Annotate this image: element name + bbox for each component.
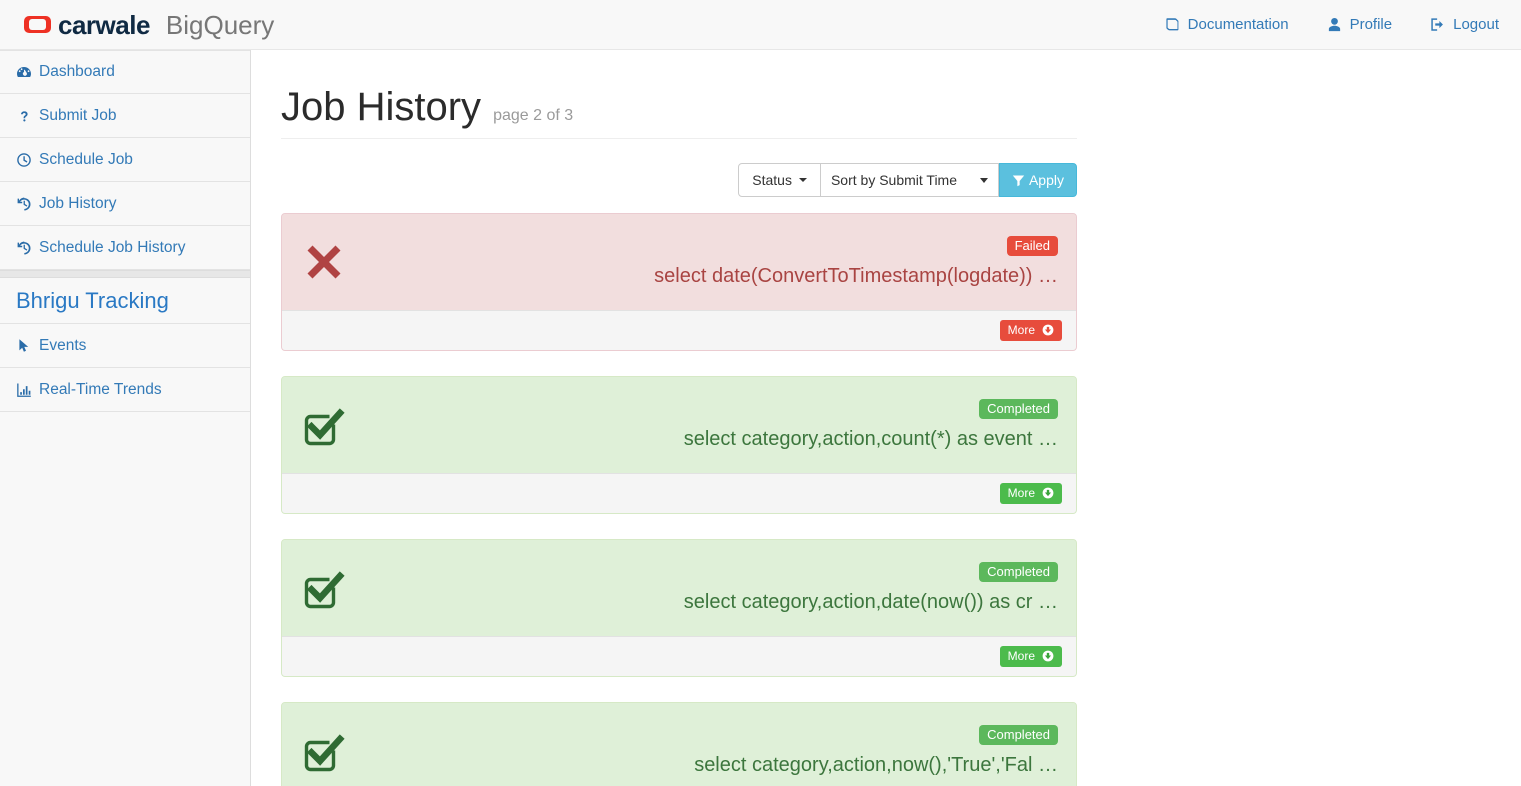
more-button[interactable]: More xyxy=(999,646,1062,667)
job-card-footer: More xyxy=(282,473,1076,513)
apply-button-label: Apply xyxy=(1028,172,1064,188)
sidebar-item-label: Job History xyxy=(39,194,117,212)
carwale-logo-icon xyxy=(24,16,51,33)
job-query-text: select date(ConvertToTimestamp(logdate))… xyxy=(654,265,1058,287)
sidebar-item-label: Schedule Job xyxy=(39,150,133,168)
job-card-footer: More xyxy=(282,636,1076,676)
job-query-text: select category,action,now(),'True','Fal… xyxy=(694,754,1058,776)
more-button[interactable]: More xyxy=(999,320,1062,341)
carwale-logo[interactable]: carwale xyxy=(24,12,150,38)
history-icon xyxy=(16,196,32,212)
check-square-icon xyxy=(300,727,348,775)
sidebar-item-label: Dashboard xyxy=(39,63,115,80)
check-square-icon xyxy=(300,564,348,612)
job-card-body: Failed select date(ConvertToTimestamp(lo… xyxy=(282,214,1076,310)
more-button-label: More xyxy=(1007,323,1035,337)
sidebar-item-dashboard[interactable]: Dashboard xyxy=(0,50,250,94)
nav-link-documentation[interactable]: Documentation xyxy=(1165,16,1289,33)
nav-link-profile[interactable]: Profile xyxy=(1327,16,1393,33)
job-list: Failed select date(ConvertToTimestamp(lo… xyxy=(281,213,1077,786)
brand[interactable]: carwale BigQuery xyxy=(24,12,274,38)
page-title: Job History xyxy=(281,85,482,129)
book-icon xyxy=(1165,17,1180,32)
brand-name: carwale xyxy=(58,9,150,40)
history-icon xyxy=(16,240,32,256)
sidebar-item-real-time-trends[interactable]: Real-Time Trends xyxy=(0,368,250,412)
cursor-pointer-icon xyxy=(16,338,32,354)
main-content: Job History page 2 of 3 Status Sort by S… xyxy=(251,50,1521,786)
job-query-area: Completed select category,action,count(*… xyxy=(348,399,1060,451)
page-subtitle: page 2 of 3 xyxy=(493,107,574,124)
status-dropdown-label: Status xyxy=(752,172,792,188)
question-icon xyxy=(16,108,32,124)
check-square-icon xyxy=(300,401,348,449)
job-card[interactable]: Completed select category,action,now(),'… xyxy=(281,702,1077,786)
job-query-area: Failed select date(ConvertToTimestamp(lo… xyxy=(348,236,1060,288)
job-query-text: select category,action,count(*) as event… xyxy=(683,428,1058,450)
sidebar-item-schedule-job-history[interactable]: Schedule Job History xyxy=(0,226,250,270)
sidebar-empty-area xyxy=(0,417,250,786)
nav-link-label: Profile xyxy=(1349,16,1393,33)
status-badge: Failed xyxy=(1006,236,1058,256)
more-button-label: More xyxy=(1007,649,1035,663)
job-query-area: Completed select category,action,now(),'… xyxy=(348,725,1060,777)
status-badge: Completed xyxy=(979,399,1058,419)
bar-chart-icon xyxy=(16,382,32,398)
sidebar: Dashboard Submit Job Schedule Job Job Hi… xyxy=(0,50,251,786)
sidebar-item-schedule-job[interactable]: Schedule Job xyxy=(0,138,250,182)
status-badge: Completed xyxy=(979,562,1058,582)
nav-link-label: Logout xyxy=(1453,16,1499,33)
job-card-body: Completed select category,action,now(),'… xyxy=(282,703,1076,786)
job-card-body: Completed select category,action,date(no… xyxy=(282,540,1076,636)
sort-select[interactable]: Sort by Submit Time xyxy=(820,163,999,197)
apply-button[interactable]: Apply xyxy=(998,163,1077,197)
cross-icon xyxy=(300,238,348,286)
job-query-text: select category,action,date(now()) as cr… xyxy=(683,591,1058,613)
sidebar-item-label: Submit Job xyxy=(39,106,117,124)
clock-icon xyxy=(16,152,32,168)
status-dropdown-button[interactable]: Status xyxy=(738,163,821,197)
top-navbar: carwale BigQuery Documentation Profile L… xyxy=(0,0,1521,50)
page-header: Job History page 2 of 3 xyxy=(281,86,1077,139)
job-card-footer: More xyxy=(282,310,1076,350)
more-button[interactable]: More xyxy=(999,483,1062,504)
arrow-circle-down-icon xyxy=(1042,650,1054,662)
user-icon xyxy=(1327,17,1342,32)
sidebar-item-label: Schedule Job History xyxy=(39,238,186,256)
chevron-down-icon xyxy=(979,177,988,183)
job-card-body: Completed select category,action,count(*… xyxy=(282,377,1076,473)
sidebar-divider xyxy=(0,270,250,278)
arrow-circle-down-icon xyxy=(1042,324,1054,336)
funnel-icon xyxy=(1012,174,1025,187)
sidebar-section-heading: Bhrigu Tracking xyxy=(0,278,250,324)
sidebar-item-label: Events xyxy=(39,336,87,354)
nav-link-logout[interactable]: Logout xyxy=(1430,16,1499,33)
sidebar-item-submit-job[interactable]: Submit Job xyxy=(0,94,250,138)
job-card[interactable]: Failed select date(ConvertToTimestamp(lo… xyxy=(281,213,1077,351)
filter-group: Status Sort by Submit Time Apply xyxy=(738,163,1077,197)
sidebar-item-job-history[interactable]: Job History xyxy=(0,182,250,226)
sort-select-value: Sort by Submit Time xyxy=(830,172,958,188)
brand-suffix: BigQuery xyxy=(165,9,275,40)
arrow-circle-down-icon xyxy=(1042,487,1054,499)
sidebar-item-events[interactable]: Events xyxy=(0,324,250,368)
navbar-links: Documentation Profile Logout xyxy=(1165,16,1499,33)
dashboard-icon xyxy=(16,64,32,80)
job-query-area: Completed select category,action,date(no… xyxy=(348,562,1060,614)
chevron-down-icon xyxy=(798,178,807,182)
job-card[interactable]: Completed select category,action,date(no… xyxy=(281,539,1077,677)
filter-toolbar: Status Sort by Submit Time Apply xyxy=(281,163,1077,197)
nav-link-label: Documentation xyxy=(1187,16,1289,33)
job-card[interactable]: Completed select category,action,count(*… xyxy=(281,376,1077,514)
more-button-label: More xyxy=(1007,486,1035,500)
status-badge: Completed xyxy=(979,725,1058,745)
sidebar-item-label: Real-Time Trends xyxy=(39,380,162,398)
sign-out-icon xyxy=(1430,17,1445,32)
